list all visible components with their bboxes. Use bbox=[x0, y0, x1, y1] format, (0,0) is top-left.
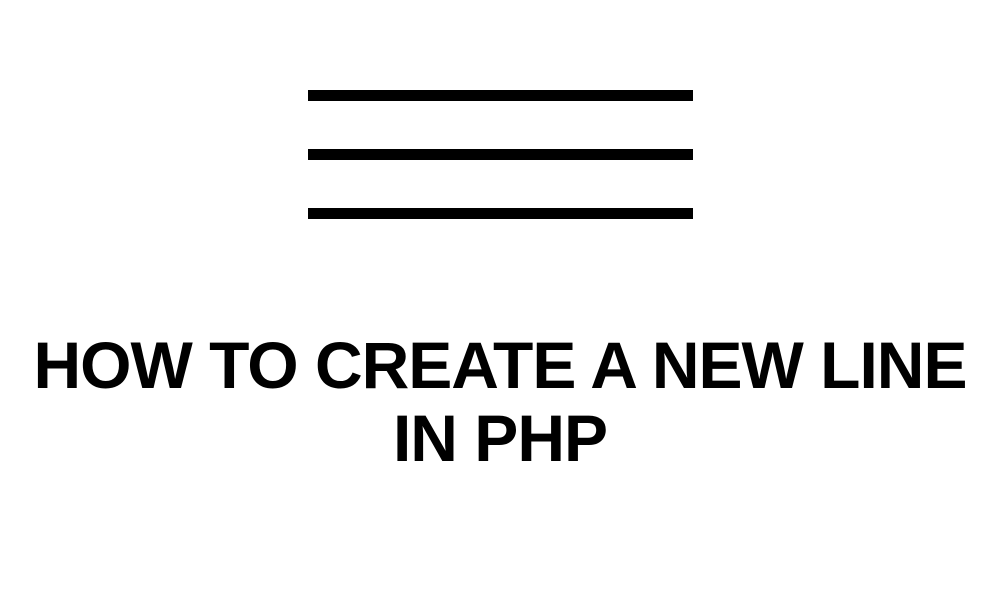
horizontal-line bbox=[308, 149, 693, 160]
horizontal-line bbox=[308, 208, 693, 219]
page-title: HOW TO CREATE A NEW LINE IN PHP bbox=[0, 329, 1000, 474]
horizontal-line bbox=[308, 90, 693, 101]
three-lines-icon bbox=[308, 90, 693, 219]
